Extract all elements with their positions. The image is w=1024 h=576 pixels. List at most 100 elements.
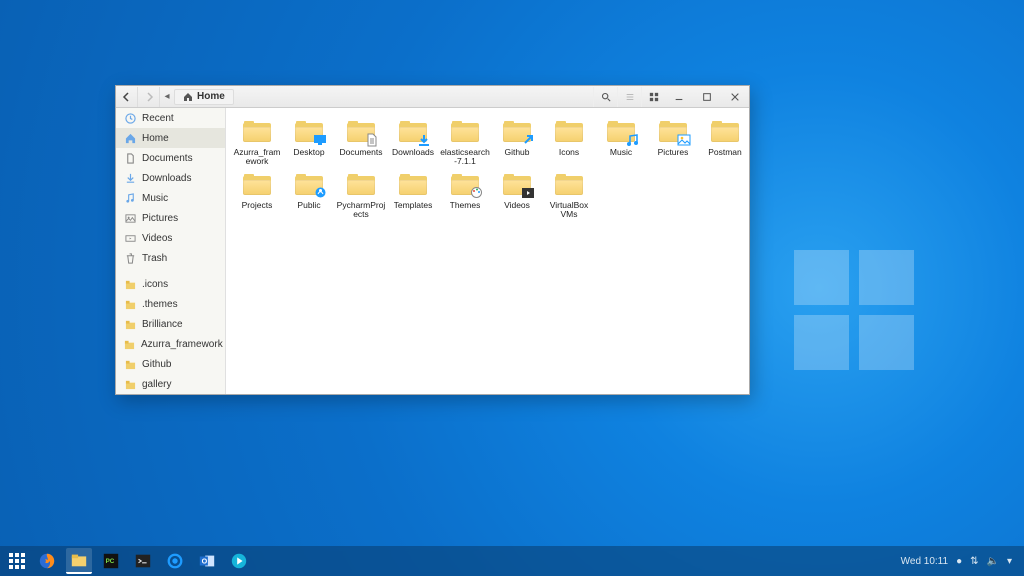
folder-icon xyxy=(124,338,135,350)
file-item[interactable]: VirtualBox VMs xyxy=(544,171,594,220)
folder-icon xyxy=(552,171,586,199)
file-item-label: Azurra_framework xyxy=(232,148,282,167)
sidebar-bookmark-azurraframework[interactable]: Azurra_framework xyxy=(116,334,225,354)
taskbar-app-pycharm[interactable]: PC xyxy=(98,548,124,574)
sidebar-item-label: .themes xyxy=(142,299,178,310)
file-item-label: Public xyxy=(297,201,320,210)
search-button[interactable] xyxy=(593,87,617,107)
sidebar-item-label: Home xyxy=(142,133,169,144)
sidebar-item-recent[interactable]: Recent xyxy=(116,108,225,128)
clock-icon xyxy=(124,112,136,124)
folder-icon xyxy=(292,171,326,199)
minimize-button[interactable] xyxy=(665,87,693,107)
tray-battery-icon: ▾ xyxy=(1007,556,1012,567)
file-item-label: Projects xyxy=(242,201,273,210)
sidebar-bookmark-themes[interactable]: .themes xyxy=(116,294,225,314)
sidebar-item-documents[interactable]: Documents xyxy=(116,148,225,168)
taskbar-app-files[interactable] xyxy=(66,548,92,574)
app-menu-button[interactable] xyxy=(6,550,28,572)
sidebar-item-label: Trash xyxy=(142,253,167,264)
file-item[interactable]: Desktop xyxy=(284,118,334,167)
svg-text:O: O xyxy=(202,557,208,566)
file-item[interactable]: Projects xyxy=(232,171,282,220)
firefox-icon xyxy=(38,552,56,570)
sidebar-item-label: Videos xyxy=(142,233,172,244)
folder-icon xyxy=(708,118,742,146)
file-item-label: Icons xyxy=(559,148,579,157)
file-item[interactable]: Downloads xyxy=(388,118,438,167)
file-item[interactable]: Postman xyxy=(700,118,749,167)
folder-icon xyxy=(604,118,638,146)
breadcrumb-home[interactable]: Home xyxy=(174,89,234,105)
sidebar-item-label: Downloads xyxy=(142,173,191,184)
file-item[interactable]: elasticsearch-7.1.1 xyxy=(440,118,490,167)
view-grid-button[interactable] xyxy=(641,87,665,107)
sidebar-bookmark-brilliance[interactable]: Brilliance xyxy=(116,314,225,334)
folder-icon xyxy=(124,298,136,310)
file-item-label: Downloads xyxy=(392,148,434,157)
file-item-label: Desktop xyxy=(293,148,324,157)
folder-icon xyxy=(396,171,430,199)
file-item[interactable]: Templates xyxy=(388,171,438,220)
sidebar-item-home[interactable]: Home xyxy=(116,128,225,148)
sidebar-item-label: Github xyxy=(142,359,171,370)
file-item[interactable]: Music xyxy=(596,118,646,167)
file-item-label: Templates xyxy=(394,201,433,210)
list-icon xyxy=(625,92,635,102)
taskbar-app-firefox[interactable] xyxy=(34,548,60,574)
sidebar-item-label: Documents xyxy=(142,153,193,164)
content-area[interactable]: Azurra_framework Desktop Documents Download… xyxy=(226,108,749,394)
system-tray[interactable]: Wed 10:11 ● ⇅ 🔈 ▾ xyxy=(901,556,1018,567)
maximize-button[interactable] xyxy=(693,87,721,107)
taskbar-app-circle[interactable] xyxy=(162,548,188,574)
folder-icon xyxy=(124,318,136,330)
sidebar-item-trash[interactable]: Trash xyxy=(116,248,225,268)
folder-icon xyxy=(656,118,690,146)
file-item[interactable]: Videos xyxy=(492,171,542,220)
terminal-icon xyxy=(134,552,152,570)
sidebar-item-videos[interactable]: Videos xyxy=(116,228,225,248)
file-item[interactable]: Pictures xyxy=(648,118,698,167)
folder-icon xyxy=(500,171,534,199)
video-overlay-icon xyxy=(521,186,535,200)
file-item[interactable]: Public xyxy=(284,171,334,220)
forward-button[interactable] xyxy=(138,87,160,107)
folder-icon xyxy=(124,358,136,370)
home-icon xyxy=(124,132,136,144)
music-icon xyxy=(124,192,136,204)
sidebar-bookmark-icons[interactable]: .icons xyxy=(116,274,225,294)
file-item-label: Themes xyxy=(450,201,481,210)
svg-text:PC: PC xyxy=(106,558,115,565)
sidebar-item-downloads[interactable]: Downloads xyxy=(116,168,225,188)
folder-icon xyxy=(500,118,534,146)
sidebar-item-label: Recent xyxy=(142,113,174,124)
file-item[interactable]: Icons xyxy=(544,118,594,167)
close-button[interactable] xyxy=(721,87,749,107)
taskbar-app-terminal[interactable] xyxy=(130,548,156,574)
file-item-label: VirtualBox VMs xyxy=(544,201,594,220)
picture-overlay-icon xyxy=(677,133,691,147)
file-item[interactable]: Documents xyxy=(336,118,386,167)
close-icon xyxy=(730,92,740,102)
link-overlay-icon xyxy=(521,133,535,147)
sidebar-bookmark-gallery[interactable]: gallery xyxy=(116,374,225,394)
view-list-button[interactable] xyxy=(617,87,641,107)
files-icon xyxy=(70,551,88,569)
file-item[interactable]: Github xyxy=(492,118,542,167)
file-item[interactable]: Azurra_framework xyxy=(232,118,282,167)
file-manager-window: ◂ Home RecentHomeDocumentsDownloadsMusic… xyxy=(115,85,750,395)
tray-dot-icon: ● xyxy=(956,556,962,567)
sidebar-item-label: Azurra_framework xyxy=(141,339,223,350)
sidebar-bookmark-github[interactable]: Github xyxy=(116,354,225,374)
file-item[interactable]: Themes xyxy=(440,171,490,220)
folder-icon xyxy=(240,171,274,199)
back-button[interactable] xyxy=(116,87,138,107)
file-item[interactable]: PycharmProjects xyxy=(336,171,386,220)
sidebar-item-pictures[interactable]: Pictures xyxy=(116,208,225,228)
taskbar-app-media[interactable] xyxy=(226,548,252,574)
sidebar-item-music[interactable]: Music xyxy=(116,188,225,208)
folder-icon xyxy=(552,118,586,146)
file-item-label: Videos xyxy=(504,201,530,210)
outlook-icon: O xyxy=(198,552,216,570)
taskbar-app-outlook[interactable]: O xyxy=(194,548,220,574)
